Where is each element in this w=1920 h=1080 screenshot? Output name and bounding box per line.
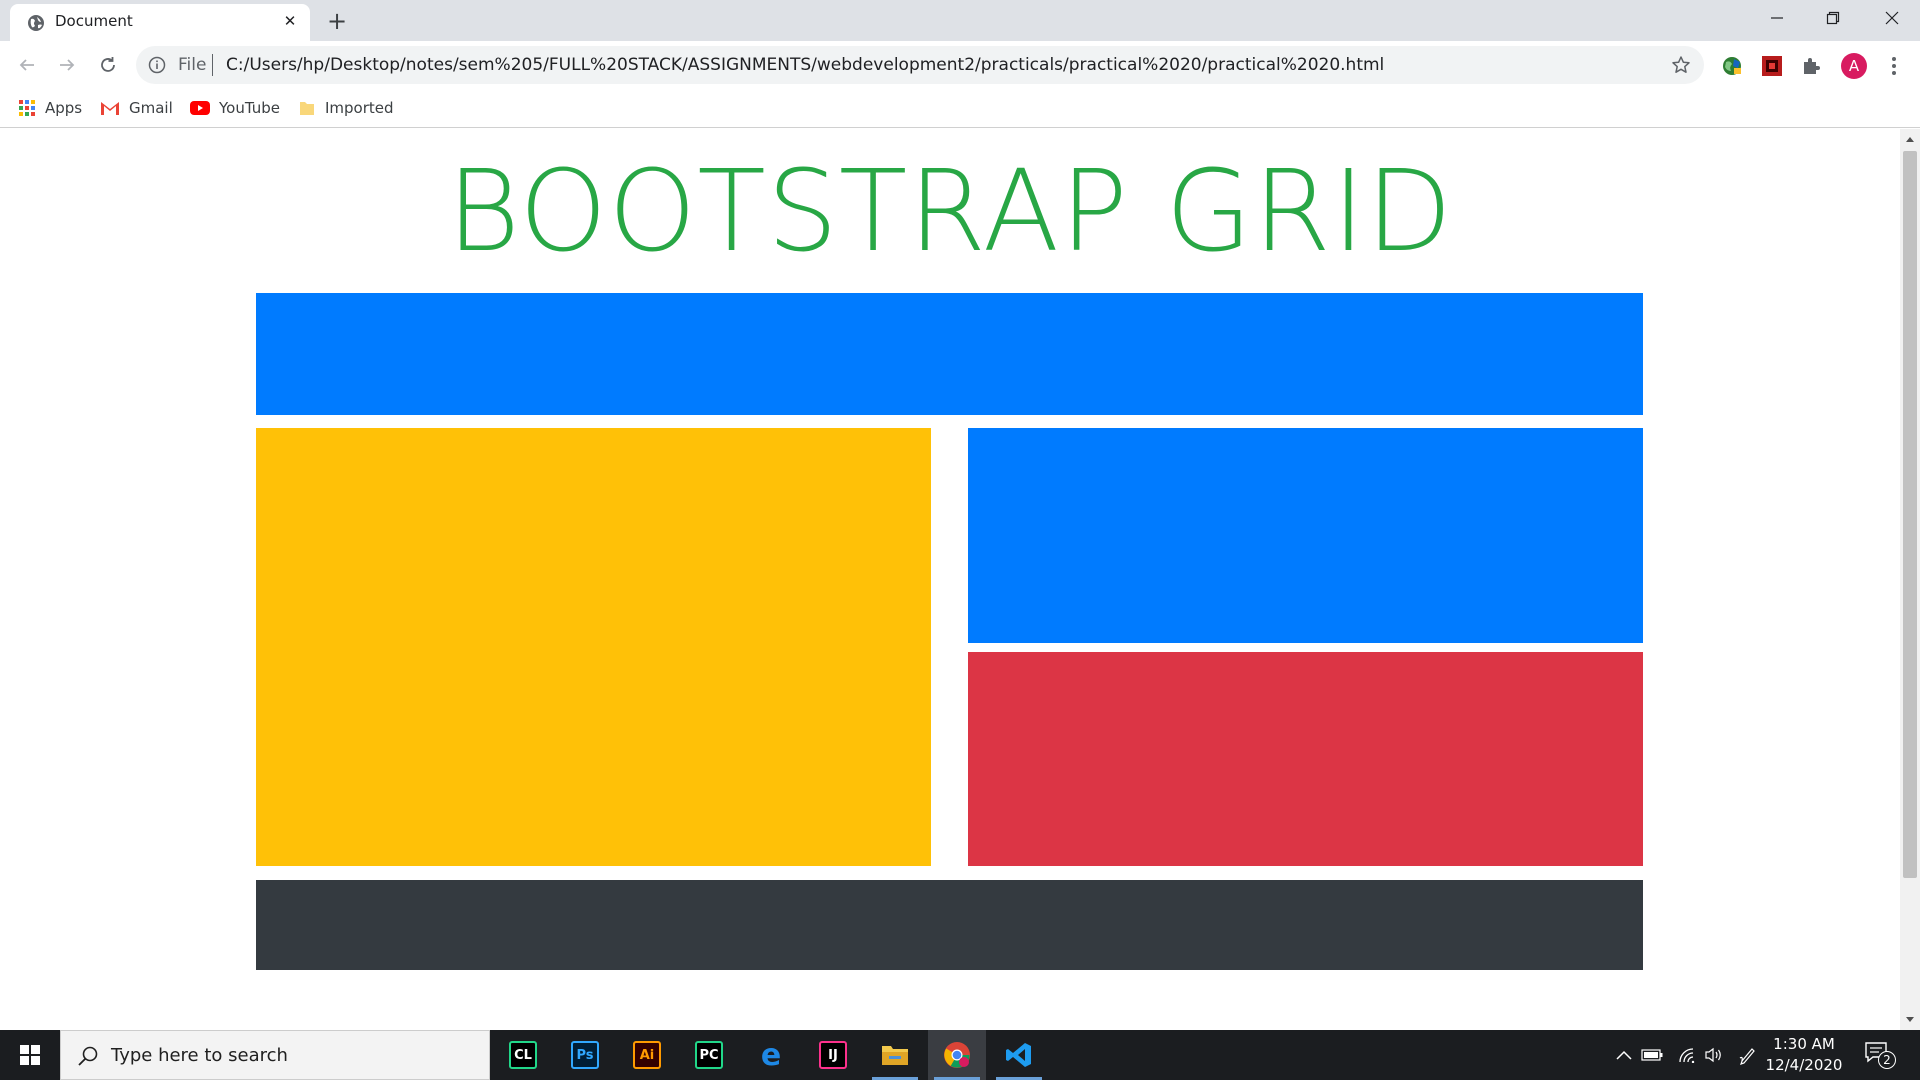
page-title: BOOTSTRAP GRID [446, 147, 1454, 277]
volume-icon[interactable] [1702, 1043, 1726, 1067]
taskbar-app-photoshop[interactable]: Ps [556, 1030, 614, 1080]
notification-center-button[interactable]: 2 [1862, 1039, 1896, 1071]
browser-toolbar: File C:/Users/hp/Desktop/notes/sem%205/F… [0, 41, 1920, 88]
youtube-icon [190, 101, 210, 115]
bookmark-label: Imported [325, 99, 394, 117]
grid-left-block [256, 428, 931, 866]
grid-footer-block [256, 880, 1643, 970]
taskbar-search-box[interactable]: Type here to search [60, 1030, 490, 1080]
file-explorer-icon [882, 1046, 908, 1065]
tab-close-icon[interactable]: ✕ [280, 11, 300, 31]
gmail-icon [101, 102, 119, 115]
omnibox-divider [212, 54, 213, 76]
new-tab-button[interactable]: + [323, 7, 351, 35]
pycharm-icon: PC [695, 1041, 723, 1069]
intellij-icon: IJ [819, 1041, 847, 1069]
start-button[interactable] [0, 1030, 60, 1080]
back-button[interactable] [13, 51, 41, 79]
extension-globe-icon[interactable] [1720, 54, 1744, 78]
clock-time: 1:30 AM [1773, 1035, 1835, 1053]
address-bar[interactable]: File C:/Users/hp/Desktop/notes/sem%205/F… [136, 46, 1704, 84]
search-icon [78, 1046, 98, 1066]
reload-button[interactable] [94, 51, 122, 79]
taskbar-app-pycharm[interactable]: PC [680, 1030, 738, 1080]
apps-grid-icon [19, 100, 35, 116]
photoshop-icon: Ps [571, 1041, 599, 1069]
bookmark-label: YouTube [219, 99, 280, 117]
minimize-button[interactable] [1749, 0, 1805, 36]
restore-icon [1826, 11, 1840, 25]
close-icon [1885, 11, 1899, 25]
bookmark-label: Apps [45, 99, 83, 117]
notification-count-badge: 2 [1878, 1051, 1896, 1069]
bookmark-star-icon[interactable] [1671, 55, 1691, 75]
caret-up-icon [1906, 137, 1914, 142]
system-clock[interactable]: 1:30 AM 12/4/2020 [1762, 1034, 1846, 1076]
scrollbar-thumb[interactable] [1903, 151, 1917, 878]
forward-button[interactable] [53, 51, 81, 79]
tab-title: Document [55, 12, 133, 30]
windows-logo-icon [20, 1045, 40, 1065]
browser-title-bar: Document ✕ + [0, 0, 1920, 41]
clock-date: 12/4/2020 [1765, 1056, 1843, 1074]
taskbar-app-vscode[interactable] [990, 1030, 1048, 1080]
bookmark-gmail[interactable]: Gmail [100, 96, 173, 120]
extension-red-icon[interactable] [1760, 54, 1784, 78]
edge-icon: e [760, 1037, 782, 1073]
search-placeholder: Type here to search [111, 1045, 288, 1066]
folder-icon [300, 102, 314, 115]
taskbar-app-file-explorer[interactable] [866, 1030, 924, 1080]
taskbar-app-illustrator[interactable]: Ai [618, 1030, 676, 1080]
restore-button[interactable] [1805, 0, 1861, 36]
battery-icon[interactable] [1640, 1043, 1664, 1067]
grid-right-top-block [968, 428, 1643, 643]
clion-icon: CL [509, 1041, 537, 1069]
grid-right-bottom-block [968, 652, 1643, 866]
scroll-down-arrow[interactable] [1900, 1010, 1920, 1030]
info-icon[interactable] [148, 56, 166, 74]
minimize-icon [1771, 17, 1783, 19]
vscode-icon [1006, 1043, 1031, 1067]
arrow-right-icon [60, 59, 75, 71]
close-window-button[interactable] [1864, 0, 1920, 36]
page-viewport: BOOTSTRAP GRID [0, 129, 1900, 1030]
profile-avatar[interactable]: A [1841, 53, 1867, 79]
browser-tab[interactable]: Document ✕ [10, 4, 310, 41]
chrome-icon [944, 1042, 970, 1068]
windows-taskbar: Type here to search CL Ps Ai PC e IJ 1:3… [0, 1030, 1920, 1080]
bookmark-imported[interactable]: Imported [298, 96, 394, 120]
taskbar-app-chrome[interactable] [928, 1030, 986, 1080]
wifi-icon[interactable] [1676, 1043, 1700, 1067]
illustrator-icon: Ai [633, 1041, 661, 1069]
vertical-scrollbar[interactable] [1900, 129, 1920, 1030]
taskbar-app-intellij[interactable]: IJ [804, 1030, 862, 1080]
bookmarks-bar: Apps Gmail YouTube Imported [0, 88, 1920, 128]
taskbar-app-edge[interactable]: e [742, 1030, 800, 1080]
taskbar-app-clion[interactable]: CL [494, 1030, 552, 1080]
bookmark-label: Gmail [129, 99, 173, 117]
url-scheme-label: File [178, 55, 207, 75]
globe-icon [28, 15, 44, 31]
arrow-left-icon [19, 59, 34, 71]
browser-menu-icon[interactable] [1884, 53, 1904, 79]
pen-workspace-icon[interactable] [1736, 1043, 1760, 1067]
url-text[interactable]: C:/Users/hp/Desktop/notes/sem%205/FULL%2… [226, 55, 1384, 75]
scroll-up-arrow[interactable] [1900, 129, 1920, 149]
caret-down-icon [1906, 1017, 1914, 1022]
extensions-puzzle-icon[interactable] [1800, 54, 1824, 78]
reload-icon [101, 57, 115, 72]
bookmark-youtube[interactable]: YouTube [190, 96, 280, 120]
grid-header-block [256, 293, 1643, 415]
tray-overflow-chevron-icon[interactable] [1612, 1043, 1636, 1067]
bookmark-apps[interactable]: Apps [18, 96, 82, 120]
